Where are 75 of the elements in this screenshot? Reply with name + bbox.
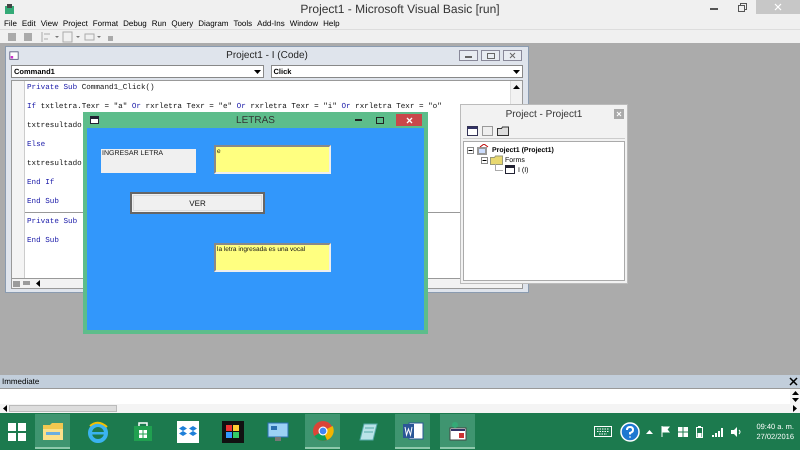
menu-item[interactable]: Window <box>290 19 318 28</box>
dropdown-arrow-icon <box>254 70 260 74</box>
menu-item[interactable]: Add-Ins <box>257 19 285 28</box>
windows-icon[interactable] <box>678 426 688 436</box>
expander-icon[interactable] <box>481 156 488 164</box>
scroll-up-icon <box>513 85 520 89</box>
menu-item[interactable]: Run <box>152 19 166 28</box>
form-title: LETRAS <box>236 114 275 126</box>
document-icon <box>402 420 424 440</box>
code-window-title: Project1 - I (Code) <box>226 50 308 61</box>
shopping-bag-icon <box>132 422 152 442</box>
maximize-icon <box>486 52 494 58</box>
project-icon <box>476 144 490 156</box>
code-window-icon <box>9 50 19 60</box>
window-title: Project1 - Microsoft Visual Basic [run] <box>300 2 500 16</box>
scrollbar-thumb[interactable] <box>9 405 117 412</box>
immediate-title: Immediate <box>2 377 40 386</box>
view-button[interactable]: VER <box>130 192 265 214</box>
volume-icon[interactable] <box>731 426 742 436</box>
menu-item[interactable]: Tools <box>233 19 252 28</box>
maximize-button[interactable] <box>374 114 386 126</box>
dropdown-arrow-icon <box>513 70 520 74</box>
folder-icon[interactable] <box>497 126 509 136</box>
browser-icon <box>86 420 108 442</box>
scroll-left-icon <box>3 405 7 412</box>
close-icon <box>616 111 622 117</box>
menu-item[interactable]: Format <box>92 19 118 28</box>
scroll-up-icon <box>792 391 798 395</box>
restore-icon <box>738 2 746 12</box>
close-icon <box>406 116 412 124</box>
maximize-icon <box>376 116 384 124</box>
app-icon <box>4 3 16 15</box>
menu-item[interactable]: Help <box>323 19 340 28</box>
monitor-icon <box>266 422 288 442</box>
close-icon[interactable] <box>789 377 798 386</box>
menu-item[interactable]: Project <box>62 19 88 28</box>
menu-item[interactable]: Query <box>171 19 194 28</box>
close-icon <box>774 3 782 11</box>
minimize-icon <box>465 54 472 58</box>
circle-logo-icon <box>312 420 334 442</box>
close-button[interactable] <box>396 114 422 126</box>
form-icon <box>505 165 516 175</box>
diamonds-icon <box>176 420 198 442</box>
maximize-button[interactable] <box>481 50 500 61</box>
minimize-button[interactable] <box>459 50 478 61</box>
menu-item[interactable]: View <box>40 19 58 28</box>
project-window-title: Project - Project1 <box>506 109 582 120</box>
flag-icon[interactable] <box>661 426 670 437</box>
folder-icon <box>42 420 64 440</box>
expander-icon[interactable] <box>467 146 474 154</box>
folder-icon <box>490 155 503 165</box>
form-window-icon <box>90 116 99 124</box>
menu-item[interactable]: Debug <box>123 19 147 28</box>
close-icon <box>509 52 516 59</box>
start-icon[interactable] <box>7 422 27 442</box>
close-button[interactable] <box>503 50 522 61</box>
signal-icon[interactable] <box>711 426 724 436</box>
taskbar-app[interactable] <box>440 414 475 449</box>
help-icon[interactable] <box>620 422 640 442</box>
menu-item[interactable]: File <box>4 19 17 28</box>
keyboard-icon[interactable] <box>594 426 612 437</box>
menu-item[interactable]: Edit <box>22 19 36 28</box>
view-code-icon[interactable] <box>467 126 478 136</box>
view-mode-icon <box>12 280 32 288</box>
scroll-left-icon <box>36 280 40 287</box>
scroll-right-icon <box>793 405 797 412</box>
show-hidden-icon[interactable] <box>646 430 654 434</box>
battery-icon[interactable] <box>696 426 704 438</box>
scroll-down-icon <box>792 398 798 402</box>
notepad-icon <box>356 422 378 442</box>
minimize-icon <box>354 119 362 121</box>
form-icon <box>446 420 468 442</box>
menu-item[interactable]: Diagram <box>198 19 228 28</box>
color-squares-icon <box>222 420 244 442</box>
taskbar-app[interactable] <box>395 414 430 449</box>
